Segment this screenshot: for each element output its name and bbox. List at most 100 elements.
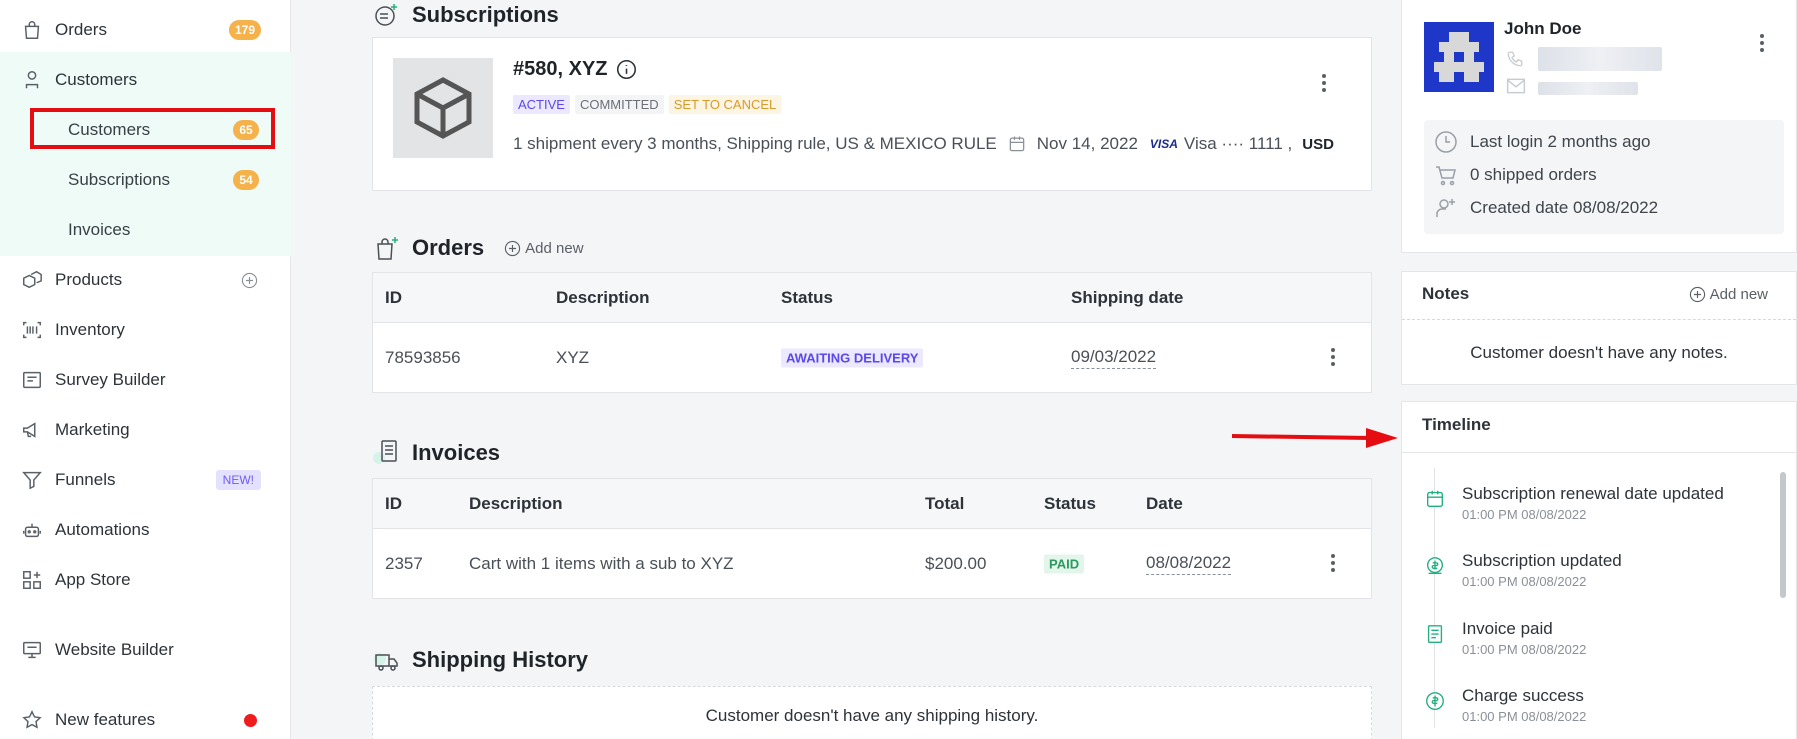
subscriptions-section-title: Subscriptions xyxy=(372,0,559,30)
notes-add-new-button[interactable]: Add new xyxy=(1689,286,1768,303)
avatar-pattern xyxy=(1424,22,1494,92)
divider xyxy=(1402,452,1796,453)
robot-icon xyxy=(20,518,44,542)
mail-icon xyxy=(1506,78,1526,94)
sidebar-item-label: Automations xyxy=(55,520,150,539)
sidebar-item-label: Funnels xyxy=(55,470,116,489)
shopping-bag-icon xyxy=(20,18,44,42)
sidebar-item-inventory[interactable]: Inventory xyxy=(0,305,291,355)
sidebar-item-new-features[interactable]: New features xyxy=(0,695,291,739)
sidebar-subitem-subscriptions[interactable]: Subscriptions 54 xyxy=(0,155,291,205)
column-header: Date xyxy=(1146,493,1183,513)
add-product-icon[interactable] xyxy=(241,272,258,289)
app-root: Orders 179 Customers Customers 65 Subscr… xyxy=(0,0,1797,739)
invoices-table-header: ID Description Total Status Date xyxy=(373,479,1371,529)
star-icon xyxy=(20,708,44,732)
last-login-text: Last login 2 months ago xyxy=(1470,132,1651,151)
sidebar-item-app-store[interactable]: App Store xyxy=(0,555,291,605)
clock-icon xyxy=(1435,131,1457,153)
subscription-menu-icon[interactable] xyxy=(1322,74,1326,95)
dollar-circle-icon xyxy=(1426,692,1444,710)
boxes-icon xyxy=(20,268,44,292)
timeline-item-title: Subscription updated xyxy=(1462,551,1622,570)
customer-stats: Last login 2 months ago 0 shipped orders… xyxy=(1424,120,1784,234)
megaphone-icon xyxy=(20,418,44,442)
subscription-dollar-icon xyxy=(1426,557,1444,575)
order-row-menu-icon[interactable] xyxy=(1331,348,1335,369)
add-new-label: Add new xyxy=(525,239,584,257)
sidebar-subitem-label: Subscriptions xyxy=(68,170,171,189)
card-info: Visa ···· 1111 , xyxy=(1183,134,1293,153)
column-header: Status xyxy=(781,287,833,307)
created-date-stat: Created date 08/08/2022 xyxy=(1434,196,1658,220)
committed-tag: COMMITTED xyxy=(574,95,664,114)
sidebar-item-label: Products xyxy=(55,270,123,289)
sidebar-item-survey-builder[interactable]: Survey Builder xyxy=(0,355,291,405)
currency: USD xyxy=(1302,135,1334,153)
orders-add-new-button[interactable]: Add new xyxy=(504,239,584,257)
column-header: Description xyxy=(469,493,563,513)
shipping-history-section-title: Shipping History xyxy=(372,645,588,675)
highlight-annotation-box xyxy=(30,108,275,149)
sidebar-item-website-builder[interactable]: Website Builder xyxy=(0,625,291,675)
sidebar-subitem-invoices[interactable]: Invoices xyxy=(0,205,291,255)
invoice-icon xyxy=(1427,625,1443,643)
timeline-card: Timeline Subscription renewal date updat… xyxy=(1401,401,1797,739)
invoices-section-title: Invoices xyxy=(372,438,500,468)
column-header: Description xyxy=(556,287,650,307)
section-title-text: Subscriptions xyxy=(412,2,559,27)
orders-table: ID Description Status Shipping date 7859… xyxy=(372,272,1372,393)
column-header: Status xyxy=(1044,493,1096,513)
orders-table-header: ID Description Status Shipping date xyxy=(373,273,1371,323)
invoice-date: 08/08/2022 xyxy=(1146,553,1232,575)
invoice-id[interactable]: 2357 xyxy=(385,554,423,574)
sidebar-subitem-label: Invoices xyxy=(68,220,131,239)
form-icon xyxy=(20,368,44,392)
column-header: Shipping date xyxy=(1071,287,1184,307)
sidebar-item-marketing[interactable]: Marketing xyxy=(0,405,291,455)
subscription-header: #580, XYZ xyxy=(513,58,637,81)
timeline-scrollbar[interactable] xyxy=(1780,472,1786,598)
calendar-icon xyxy=(1009,136,1025,152)
sidebar-item-automations[interactable]: Automations xyxy=(0,505,291,555)
invoice-total: $200.00 xyxy=(925,554,987,573)
sidebar-item-label: Inventory xyxy=(55,320,125,339)
last-login-stat: Last login 2 months ago xyxy=(1434,130,1651,154)
notes-title: Notes xyxy=(1422,284,1470,303)
sidebar-item-label: New features xyxy=(55,710,156,729)
orders-section-title: Orders Add new xyxy=(372,233,584,263)
sidebar-item-label: Website Builder xyxy=(55,640,174,659)
invoice-row-menu-icon[interactable] xyxy=(1331,554,1335,575)
sidebar-item-orders[interactable]: Orders 179 xyxy=(0,5,291,55)
order-id[interactable]: 78593856 xyxy=(385,348,461,368)
timeline-item-title: Invoice paid xyxy=(1462,619,1553,638)
funnel-icon xyxy=(20,468,44,492)
timeline-item-title: Subscription renewal date updated xyxy=(1462,484,1724,503)
info-icon[interactable] xyxy=(616,59,637,80)
customer-name: John Doe xyxy=(1504,19,1582,38)
invoices-table: ID Description Total Status Date 2357 Ca… xyxy=(372,478,1372,599)
customer-card: John Doe Last login 2 months ago 0 shipp… xyxy=(1401,0,1797,253)
calendar-icon xyxy=(1426,490,1444,508)
timeline-item-time: 01:00 PM 08/08/2022 xyxy=(1462,642,1587,657)
sidebar-item-customers[interactable]: Customers xyxy=(0,55,291,105)
order-status-badge: AWAITING DELIVERY xyxy=(781,348,924,368)
sidebar-item-products[interactable]: Products xyxy=(0,255,291,305)
table-row[interactable]: 78593856 XYZ AWAITING DELIVERY 09/03/202… xyxy=(373,323,1371,393)
timeline-item-time: 01:00 PM 08/08/2022 xyxy=(1462,574,1587,589)
plus-circle-icon xyxy=(505,240,521,256)
timeline-item-time: 01:00 PM 08/08/2022 xyxy=(1462,709,1587,724)
sidebar-item-funnels[interactable]: Funnels NEW! xyxy=(0,455,291,505)
subscription-card[interactable]: #580, XYZ ACTIVE COMMITTED SET TO CANCEL… xyxy=(372,37,1372,191)
table-row[interactable]: 2357 Cart with 1 items with a sub to XYZ… xyxy=(373,529,1371,599)
user-icon xyxy=(20,68,44,92)
invoice-description: Cart with 1 items with a sub to XYZ xyxy=(469,554,734,573)
redacted-phone xyxy=(1538,47,1662,71)
truck-icon xyxy=(374,653,398,671)
sidebar: Orders 179 Customers Customers 65 Subscr… xyxy=(0,0,291,739)
redacted-email xyxy=(1538,82,1638,95)
notes-card: Notes Add new Customer doesn't have any … xyxy=(1401,271,1797,385)
customer-menu-icon[interactable] xyxy=(1760,34,1764,55)
section-title-text: Invoices xyxy=(412,440,501,465)
shipped-orders-text: 0 shipped orders xyxy=(1470,165,1597,184)
